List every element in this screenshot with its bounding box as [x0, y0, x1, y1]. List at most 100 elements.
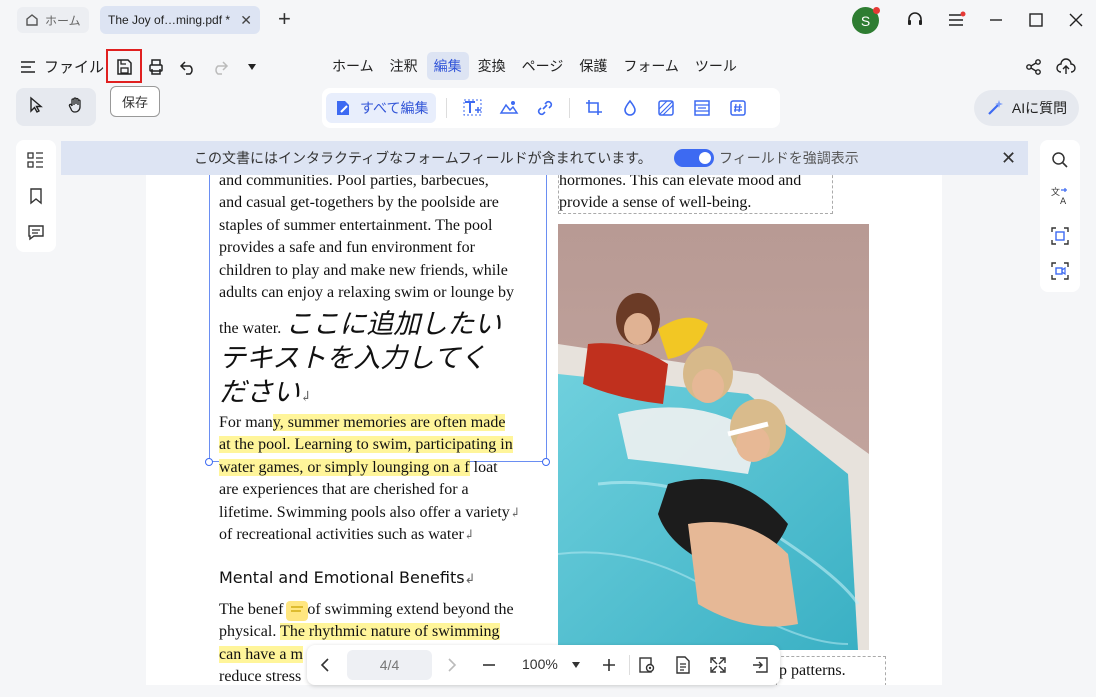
right-sidebar: 文A	[1040, 140, 1080, 292]
text-line: of recreational activities such as water	[219, 526, 464, 544]
text-run: loat	[473, 458, 498, 476]
tab-document[interactable]: The Joy of…ming.pdf * ✕	[100, 6, 260, 34]
collapse-panel-icon[interactable]	[750, 655, 770, 675]
comments-icon[interactable]	[26, 222, 46, 242]
highlighted-text: at the pool. Learning to swim, participa…	[219, 436, 513, 454]
share-icon[interactable]	[1023, 56, 1045, 78]
tab-annotate[interactable]: 注釈	[383, 52, 425, 80]
zoom-dropdown-icon[interactable]	[566, 655, 586, 675]
right-column-text-bottom[interactable]: p patterns.	[776, 656, 886, 685]
tab-tools[interactable]: ツール	[688, 52, 744, 80]
ai-sparkle-icon	[988, 100, 1003, 115]
translate-icon[interactable]: 文A	[1050, 186, 1070, 206]
tab-page[interactable]: ページ	[515, 52, 571, 80]
tab-home[interactable]: ホーム	[17, 7, 89, 33]
watermark-icon[interactable]	[614, 93, 646, 123]
resize-handle-bottom-right[interactable]	[542, 458, 550, 466]
add-text-icon[interactable]	[457, 93, 489, 123]
highlight-fields-toggle[interactable]	[674, 149, 714, 167]
resize-handle-bottom-left[interactable]	[205, 458, 213, 466]
section-heading-text: Mental and Emotional Benefits	[219, 568, 465, 587]
avatar-letter: S	[860, 12, 871, 29]
hamburger-icon	[21, 60, 35, 73]
save-icon[interactable]	[113, 56, 135, 78]
tab-protect[interactable]: 保護	[572, 52, 614, 80]
section-heading[interactable]: Mental and Emotional Benefits↲	[219, 568, 475, 587]
banner-close-icon[interactable]: ✕	[1001, 148, 1016, 169]
text-line: hormones. This can elevate mood and	[559, 175, 802, 189]
maximize-icon[interactable]	[1026, 10, 1046, 30]
edit-all-label: すべて編集	[360, 100, 429, 116]
edit-all-button[interactable]: すべて編集	[326, 93, 437, 123]
add-link-icon[interactable]	[529, 93, 561, 123]
tab-document-label: The Joy of…ming.pdf *	[108, 13, 231, 27]
ocr-scan-icon[interactable]	[1050, 226, 1070, 246]
pool-photo[interactable]	[558, 224, 869, 650]
svg-text:文: 文	[1051, 186, 1060, 198]
tab-form[interactable]: フォーム	[616, 52, 686, 80]
tab-convert[interactable]: 変換	[471, 52, 513, 80]
bates-number-icon[interactable]	[722, 93, 754, 123]
notification-dot	[873, 7, 880, 14]
zoom-out-icon[interactable]	[479, 655, 499, 675]
left-column-text[interactable]: and communities. Pool parties, barbecues…	[219, 175, 539, 414]
screen-record-icon[interactable]	[1050, 261, 1070, 281]
thumbnails-icon[interactable]	[26, 150, 46, 170]
crop-icon[interactable]	[578, 93, 610, 123]
text-line: the water.	[219, 320, 282, 338]
inserted-japanese-text: ここに追加したい	[285, 309, 502, 341]
bookmark-icon[interactable]	[26, 186, 46, 206]
new-tab-button[interactable]: +	[278, 8, 291, 30]
next-page-icon	[442, 655, 462, 675]
home-icon	[26, 14, 38, 26]
redo-icon	[209, 56, 231, 78]
file-menu-button[interactable]: ファイル	[20, 56, 104, 77]
menu-row: ファイル ホーム 注釈 編集 変換 ページ 保護 フォーム ツール	[0, 44, 1096, 88]
text-run: of swimming extend beyond the	[307, 601, 514, 618]
header-footer-icon[interactable]	[686, 93, 718, 123]
print-icon[interactable]	[145, 56, 167, 78]
hand-tool-icon[interactable]	[67, 96, 85, 119]
text-run: The benef	[219, 601, 284, 618]
tab-edit[interactable]: 編集	[426, 52, 469, 80]
text-line: provide a sense of well-being.	[559, 194, 752, 212]
inserted-japanese-text: テキストを入力してく	[219, 343, 487, 375]
zoom-level[interactable]: 100%	[522, 656, 558, 672]
background-icon[interactable]	[650, 93, 682, 123]
cloud-upload-icon[interactable]	[1055, 56, 1077, 78]
search-icon[interactable]	[1050, 150, 1070, 170]
right-column-text[interactable]: hormones. This can elevate mood and prov…	[558, 175, 833, 214]
paragraph-two[interactable]: For many, summer memories are often made…	[219, 412, 539, 546]
support-headset-icon[interactable]	[905, 10, 925, 30]
fit-to-screen-icon[interactable]	[708, 655, 728, 675]
text-line: adults can enjoy a relaxing swim or loun…	[219, 284, 515, 302]
zoom-in-icon[interactable]	[599, 655, 619, 675]
read-mode-icon[interactable]	[637, 655, 657, 675]
ai-ask-button[interactable]: AIに質問	[974, 90, 1079, 126]
undo-icon[interactable]	[177, 56, 199, 78]
previous-page-icon[interactable]	[315, 655, 335, 675]
text-line: and casual get-togethers by the poolside…	[219, 194, 499, 212]
edit-all-icon	[337, 101, 349, 115]
text-line: are experiences that are cherished for a	[219, 481, 469, 499]
page-layout-icon[interactable]	[673, 655, 693, 675]
inserted-japanese-text: ださい	[219, 377, 300, 409]
minimize-icon[interactable]	[986, 10, 1006, 30]
text-line: staples of summer entertainment. The poo…	[219, 216, 493, 234]
menu-icon[interactable]	[946, 10, 966, 30]
tab-home-ribbon[interactable]: ホーム	[325, 52, 381, 80]
select-cursor-icon[interactable]	[27, 95, 45, 119]
quick-access-dropdown-icon[interactable]	[241, 56, 263, 78]
form-fields-banner: この文書にはインタラクティブなフォームフィールドが含まれています。 フィールドを…	[61, 141, 1028, 175]
ai-ask-label: AIに質問	[1011, 100, 1068, 116]
banner-message: この文書にはインタラクティブなフォームフィールドが含まれています。	[194, 150, 652, 166]
highlighted-text: water games, or simply lounging on a f	[219, 458, 470, 476]
close-window-icon[interactable]	[1066, 10, 1086, 30]
avatar[interactable]: S	[852, 7, 880, 34]
highlight-fields-label: フィールドを強調表示	[719, 150, 859, 166]
main-tabs: ホーム 注釈 編集 変換 ページ 保護 フォーム ツール	[325, 52, 744, 80]
text-line: p patterns.	[779, 662, 846, 679]
page-indicator[interactable]: 4/4	[347, 650, 432, 680]
close-tab-icon[interactable]: ✕	[240, 12, 252, 29]
add-image-icon[interactable]	[493, 93, 525, 123]
